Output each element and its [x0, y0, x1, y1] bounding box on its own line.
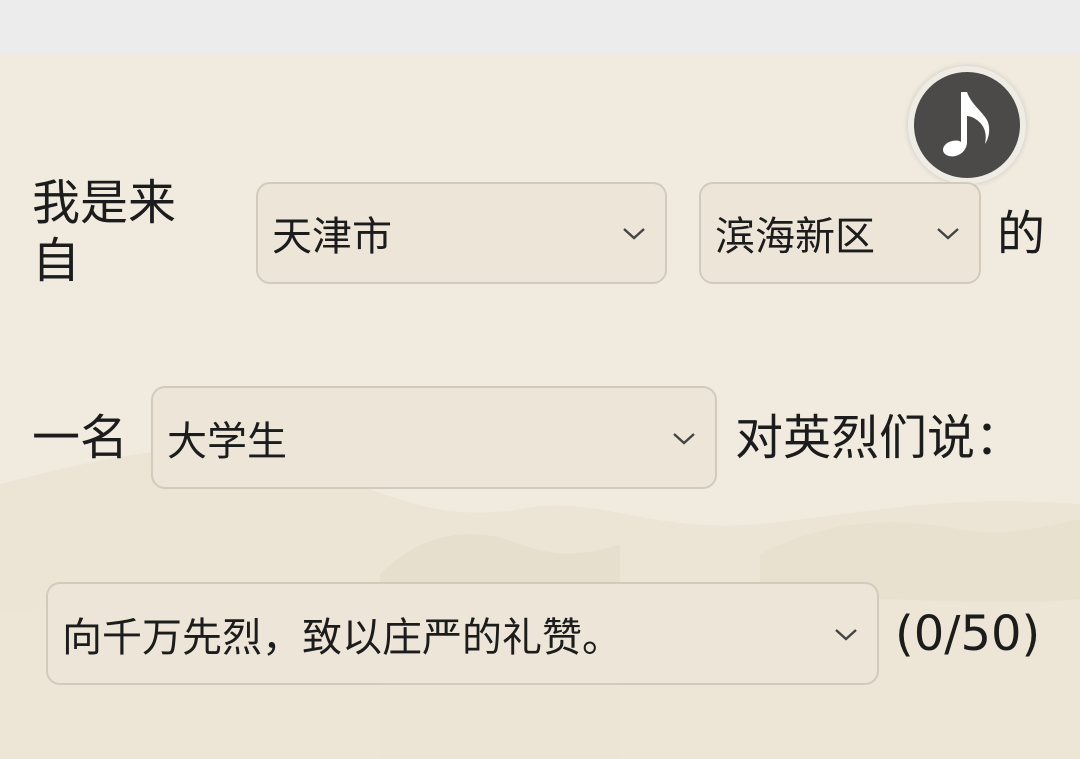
city-select[interactable]: 天津市: [256, 182, 667, 284]
message-select[interactable]: 向千万先烈，致以庄严的礼赞。: [46, 582, 879, 685]
city-select-value: 天津市: [272, 214, 392, 260]
chevron-down-icon: [673, 432, 695, 445]
chevron-down-icon: [623, 228, 645, 240]
district-select-value: 滨海新区: [715, 214, 875, 260]
identity-select[interactable]: 大学生: [151, 386, 717, 489]
char-counter: (0/50): [895, 606, 1041, 662]
from-label: 我是来自: [32, 175, 177, 289]
district-select[interactable]: 滨海新区: [699, 182, 981, 284]
music-toggle-button[interactable]: [908, 66, 1026, 184]
top-bar: [0, 0, 1080, 54]
yi-ming-label: 一名: [32, 410, 129, 466]
music-note-icon: [943, 92, 990, 157]
chevron-down-icon: [835, 628, 857, 641]
to-martyrs-label: 对英烈们说：: [735, 410, 1024, 466]
message-card: 我是来自 天津市 滨海新区 的 一名 大学生 对英烈们说： 向千万先烈，致以庄严…: [0, 54, 1080, 759]
chevron-down-icon: [937, 228, 959, 240]
de-label: 的: [997, 206, 1046, 262]
message-select-value: 向千万先烈，致以庄严的礼赞。: [62, 614, 622, 661]
identity-select-value: 大学生: [167, 418, 287, 465]
